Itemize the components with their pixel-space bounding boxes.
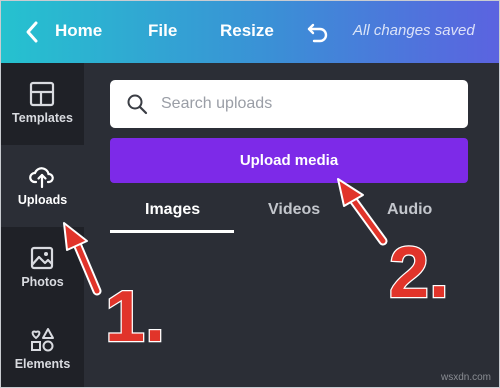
templates-icon bbox=[29, 81, 55, 107]
sidebar: Templates Uploads Photos Elements bbox=[1, 63, 84, 387]
editor-window: Home File Resize All changes saved Templ… bbox=[0, 0, 500, 388]
sidebar-item-photos[interactable]: Photos bbox=[1, 227, 84, 309]
tab-audio[interactable]: Audio bbox=[387, 201, 432, 219]
watermark: wsxdn.com bbox=[440, 372, 491, 383]
tab-images[interactable]: Images bbox=[145, 201, 200, 219]
sidebar-item-label: Uploads bbox=[17, 193, 68, 207]
search-input[interactable]: Search uploads bbox=[110, 80, 468, 128]
step-2-label: 2. bbox=[388, 233, 451, 313]
undo-icon[interactable] bbox=[306, 21, 330, 43]
sidebar-item-label: Photos bbox=[21, 275, 64, 289]
home-button[interactable]: Home bbox=[55, 21, 102, 41]
photo-icon bbox=[30, 246, 54, 270]
upload-media-button[interactable]: Upload media bbox=[110, 138, 468, 183]
file-menu[interactable]: File bbox=[148, 21, 177, 41]
active-tab-indicator bbox=[110, 230, 234, 233]
search-placeholder: Search uploads bbox=[161, 95, 273, 112]
sidebar-item-templates[interactable]: Templates bbox=[1, 63, 84, 145]
sidebar-item-label: Elements bbox=[14, 357, 71, 371]
search-icon bbox=[127, 94, 148, 115]
resize-button[interactable]: Resize bbox=[220, 21, 274, 41]
cloud-upload-icon bbox=[29, 167, 54, 189]
sidebar-item-elements[interactable]: Elements bbox=[1, 309, 84, 387]
save-status: All changes saved bbox=[353, 22, 475, 39]
step-1-label: 1. bbox=[104, 277, 167, 357]
shapes-icon bbox=[31, 328, 54, 352]
top-bar: Home File Resize All changes saved bbox=[1, 1, 499, 63]
tab-videos[interactable]: Videos bbox=[268, 201, 320, 219]
chevron-left-icon[interactable] bbox=[23, 19, 41, 45]
sidebar-item-label: Templates bbox=[12, 111, 73, 125]
sidebar-item-uploads[interactable]: Uploads bbox=[1, 145, 84, 227]
